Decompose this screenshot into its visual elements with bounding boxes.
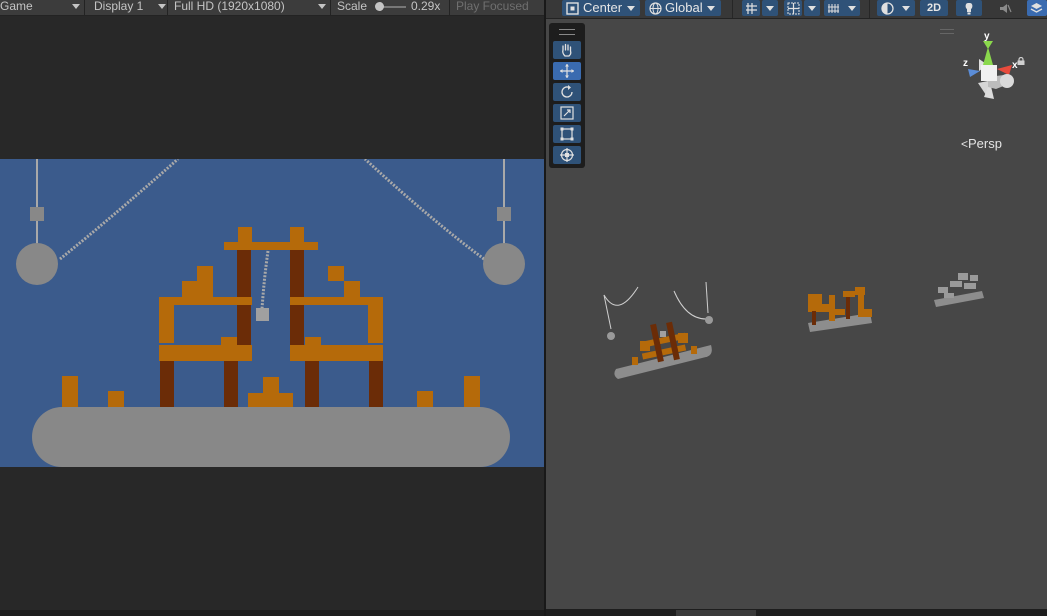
grid-snap-dropdown[interactable]: [762, 0, 778, 16]
chevron-down-icon[interactable]: [72, 4, 80, 9]
scale-icon: [560, 106, 574, 120]
increment-snap-icon: [787, 2, 800, 15]
right-wrecking-ball: [483, 243, 525, 285]
grid-visibility-dropdown[interactable]: [824, 0, 860, 16]
rect-tool-button[interactable]: [553, 125, 581, 143]
chevron-down-icon: [766, 6, 774, 11]
resolution-label: Full HD (1920x1080): [174, 0, 285, 13]
persp-arrow-icon: <: [961, 137, 969, 151]
chevron-down-icon: [902, 6, 910, 11]
effects-icon: [1030, 3, 1043, 13]
rotate-icon: [561, 85, 573, 98]
game-viewport: [0, 159, 544, 467]
projection-toggle[interactable]: <Persp: [961, 136, 1002, 151]
projection-label: Persp: [968, 136, 1002, 151]
level-preview-3: [934, 273, 984, 307]
globe-icon: [649, 2, 662, 15]
increment-snap-button[interactable]: [784, 0, 802, 16]
scale-label: Scale: [337, 0, 368, 13]
scale-slider-thumb[interactable]: [375, 2, 384, 11]
draw-mode-dropdown[interactable]: [877, 0, 915, 16]
grid-snap-icon: [746, 3, 757, 14]
svg-text:y: y: [984, 31, 990, 42]
scale-value: 0.29x: [411, 0, 441, 13]
mode-2d-label: 2D: [926, 2, 942, 14]
toolbar-divider: [732, 0, 733, 18]
move-icon: [560, 64, 574, 78]
chevron-down-icon: [808, 6, 816, 11]
chevron-down-icon[interactable]: [158, 4, 166, 9]
pivot-rotation-dropdown[interactable]: Global: [645, 0, 721, 16]
toolbar-divider: [167, 0, 168, 15]
scene-bottom-tab[interactable]: [676, 610, 756, 616]
audio-toggle[interactable]: [992, 0, 1018, 16]
effects-toggle[interactable]: [1027, 0, 1047, 16]
chevron-down-icon: [627, 6, 635, 11]
hand-tool-button[interactable]: [553, 41, 581, 59]
increment-snap-dropdown[interactable]: [804, 0, 820, 16]
lighting-toggle[interactable]: [956, 0, 982, 16]
resolution-dropdown[interactable]: Full HD (1920x1080): [174, 0, 285, 15]
play-focused-label: Play Focused: [456, 0, 529, 13]
pivot-center-icon: [566, 2, 579, 15]
scale-tool-button[interactable]: [553, 104, 581, 122]
transform-tool-button[interactable]: [553, 146, 581, 164]
chevron-down-icon[interactable]: [318, 4, 326, 9]
scene-view-toolbar: Center Global 2D: [546, 0, 1047, 19]
grid-visibility-icon: [828, 4, 839, 13]
chevron-down-icon: [707, 6, 715, 11]
orientation-gizmo: y x z: [963, 31, 1018, 99]
game-tab-label: Game: [0, 0, 33, 13]
left-wrecking-ball: [16, 243, 58, 285]
audio-icon: [1000, 4, 1012, 13]
game-view-toolbar: Game Display 1 Full HD (1920x1080) Scale…: [0, 0, 544, 16]
pivot-rotation-label: Global: [665, 0, 703, 15]
toolbar-divider: [449, 0, 450, 15]
hanging-weight: [256, 308, 269, 321]
game-view-panel: Game Display 1 Full HD (1920x1080) Scale…: [0, 0, 544, 616]
scene-objects: y x z: [603, 31, 1018, 379]
draw-mode-icon: [881, 2, 894, 15]
level-preview-2: [808, 287, 872, 332]
scene-status-strip: [546, 609, 1047, 616]
game-status-strip: [0, 610, 544, 616]
pivot-mode-label: Center: [583, 0, 623, 15]
mode-2d-toggle[interactable]: 2D: [920, 0, 948, 16]
transform-icon: [560, 148, 574, 162]
left-weight-block: [30, 207, 44, 221]
scene-canvas[interactable]: y x z <Persp: [546, 19, 1047, 609]
right-weight-block: [497, 207, 511, 221]
lighting-icon: [965, 3, 973, 15]
rect-transform-icon: [560, 127, 574, 141]
overlay-grip[interactable]: [940, 29, 954, 34]
display-dropdown[interactable]: Display 1: [94, 0, 143, 15]
grid-snap-button[interactable]: [742, 0, 760, 16]
wood-block: [238, 227, 252, 242]
svg-text:z: z: [963, 58, 968, 69]
lock-icon[interactable]: [1017, 57, 1025, 65]
ground-platform: [32, 407, 510, 467]
overlay-grip-handle[interactable]: [559, 29, 575, 35]
toolbar-divider: [869, 0, 870, 18]
display-label: Display 1: [94, 0, 144, 13]
wood-block: [224, 242, 318, 250]
tools-overlay: [549, 23, 585, 168]
rotate-tool-button[interactable]: [553, 83, 581, 101]
level-preview-1: [603, 281, 713, 379]
pivot-mode-dropdown[interactable]: Center: [562, 0, 640, 16]
move-tool-button[interactable]: [553, 62, 581, 80]
play-focused-dropdown[interactable]: Play Focused: [456, 0, 529, 15]
scene-view-panel: Center Global 2D y x z <Persp: [546, 0, 1047, 616]
hand-icon: [562, 43, 572, 57]
chevron-down-icon: [848, 6, 856, 11]
wood-block: [290, 227, 304, 242]
game-tab-dropdown[interactable]: Game: [0, 0, 33, 15]
toolbar-divider: [84, 0, 85, 15]
toolbar-divider: [330, 0, 331, 15]
